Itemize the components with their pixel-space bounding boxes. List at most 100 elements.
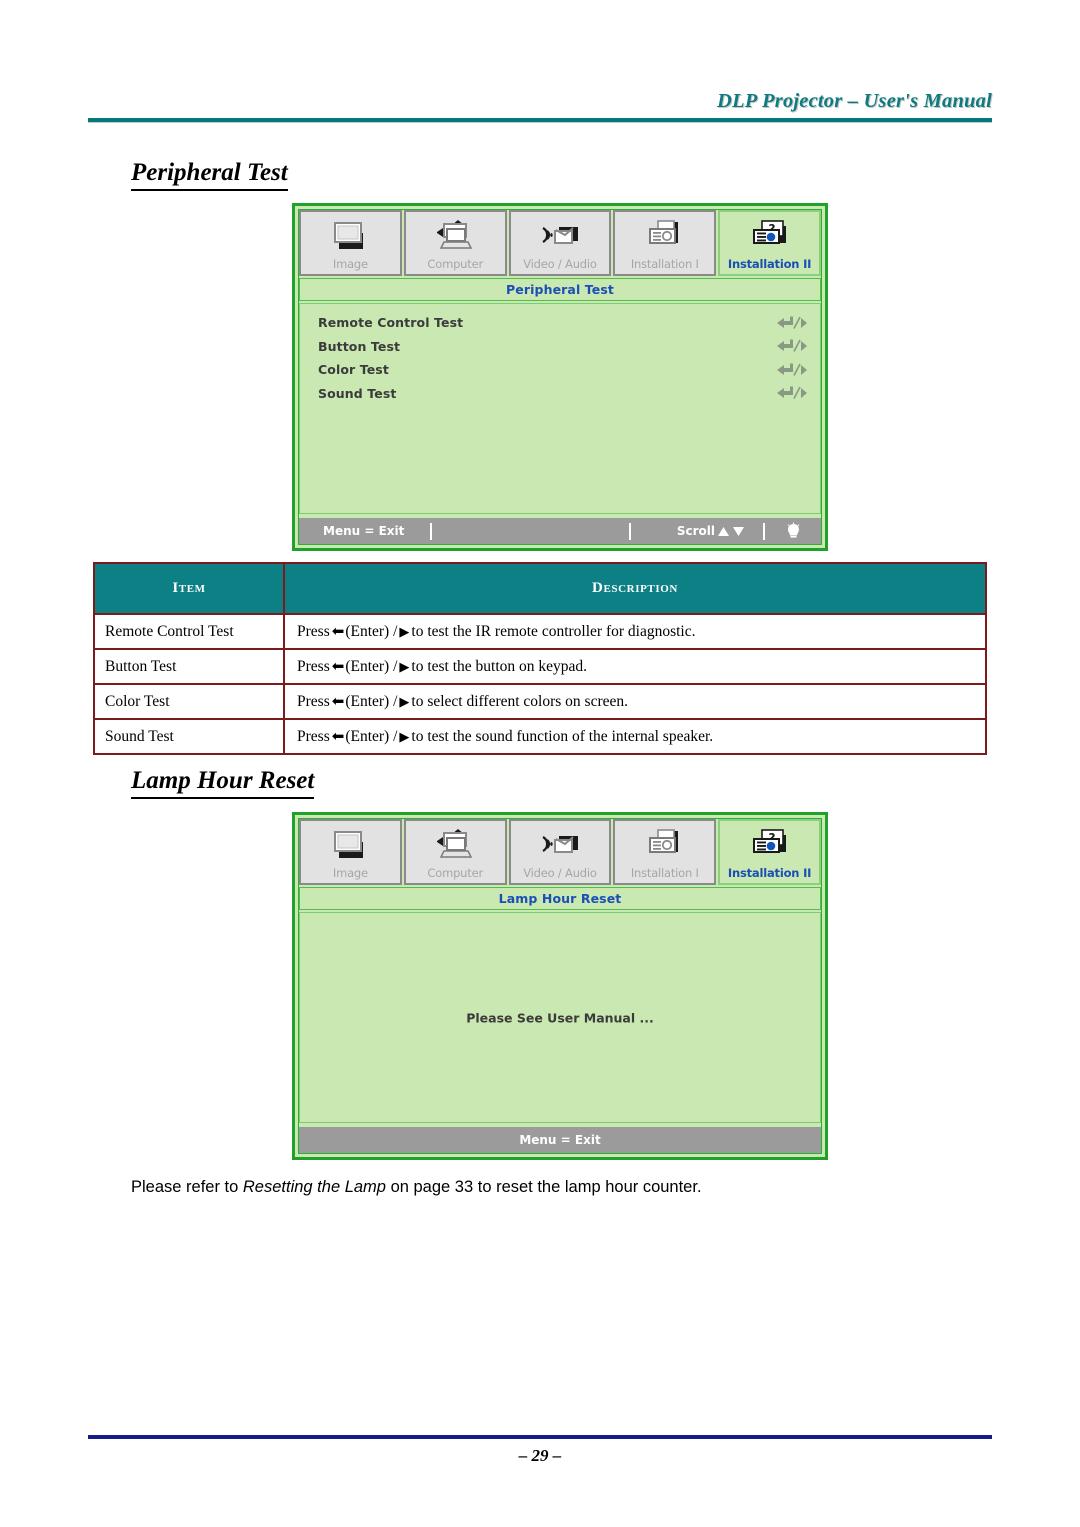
right-arrow-icon: ▶ xyxy=(399,660,410,675)
osd-menu-item-color-test[interactable]: Color Test xyxy=(300,358,820,382)
description-tail: to test the button on keypad. xyxy=(411,658,588,675)
manual-title: DLP Projector – User's Manual xyxy=(717,90,992,112)
osd-tab-installation-2[interactable]: ? Installation II xyxy=(718,210,821,276)
osd-tab-label: Image xyxy=(332,257,368,271)
note-italic-reference: Resetting the Lamp xyxy=(242,1178,386,1196)
cell-description: Press ⬅(Enter) / ▶ to test the sound functi… xyxy=(283,718,987,755)
osd-tab-bar: Image Computer Video / Audio Installatio… xyxy=(299,819,821,885)
enter-word: (Enter) / xyxy=(345,728,398,745)
enter-arrow-icon: ⬅ xyxy=(331,622,345,640)
table-row: Button Test Press ⬅(Enter) / ▶ to test the … xyxy=(93,648,987,685)
osd-menu-item-label: Button Test xyxy=(318,338,401,354)
header-rule xyxy=(88,118,992,122)
osd-tab-installation-1[interactable]: Installation I xyxy=(613,819,717,885)
description-tail: to test the IR remote controller for dia… xyxy=(411,623,696,640)
footer-rule xyxy=(88,1435,992,1439)
osd-menu-item-label: Color Test xyxy=(318,362,389,378)
press-word: Press xyxy=(297,623,330,640)
osd-submenu-title: Lamp Hour Reset xyxy=(299,887,821,910)
press-word: Press xyxy=(297,693,330,710)
cell-item: Button Test xyxy=(93,648,285,685)
osd-tab-bar: Image Computer Video / Audio Installatio… xyxy=(299,210,821,276)
osd-tab-video-audio[interactable]: Video / Audio xyxy=(508,819,612,885)
video-audio-icon xyxy=(542,836,578,853)
osd-message-area: Please See User Manual ... xyxy=(299,912,821,1123)
column-header-description: Description xyxy=(283,562,987,615)
osd-scroll-hint: Scroll xyxy=(677,524,745,538)
osd-tab-video-audio[interactable]: Video / Audio xyxy=(508,210,612,276)
cell-item: Sound Test xyxy=(93,718,285,755)
enter-word: (Enter) / xyxy=(345,623,398,640)
osd-tab-label: Computer xyxy=(427,866,483,880)
osd-screenshot-lamp-hour-reset: Image Computer Video / Audio Installatio… xyxy=(292,812,828,1160)
enter-slash-right-icon xyxy=(764,339,808,353)
table-row: Remote Control Test Press ⬅(Enter) / ▶ to t… xyxy=(93,613,987,650)
osd-submenu-title: Peripheral Test xyxy=(299,278,821,301)
page-number: – 29 – xyxy=(518,1446,562,1465)
image-icon xyxy=(334,222,364,249)
osd-menu-item-label: Sound Test xyxy=(318,385,397,401)
osd-status-divider xyxy=(628,522,631,540)
installation-2-icon: ? xyxy=(752,220,786,244)
note-prefix: Please refer to xyxy=(131,1178,243,1196)
osd-tab-installation-1[interactable]: Installation I xyxy=(613,210,717,276)
right-arrow-icon: ▶ xyxy=(399,695,410,710)
enter-word: (Enter) / xyxy=(345,693,398,710)
computer-icon xyxy=(437,220,473,249)
cell-description: Press ⬅(Enter) / ▶ to select different colo… xyxy=(283,683,987,720)
osd-tab-computer[interactable]: Computer xyxy=(403,819,507,885)
lamp-reset-note: Please refer to Resetting the Lamp on pa… xyxy=(131,1178,702,1197)
enter-arrow-icon: ⬅ xyxy=(331,657,345,675)
osd-status-bar: Menu = Exit Scroll xyxy=(299,518,821,544)
image-icon xyxy=(334,831,364,858)
enter-slash-right-icon xyxy=(764,363,808,377)
enter-arrow-icon: ⬅ xyxy=(331,727,345,745)
osd-tab-label: Installation II xyxy=(727,257,812,271)
cell-item: Remote Control Test xyxy=(93,613,285,650)
osd-tab-image[interactable]: Image xyxy=(299,819,402,885)
triangle-up-icon xyxy=(718,526,729,536)
description-tail: to test the sound function of the intern… xyxy=(411,728,714,745)
column-header-item: Item xyxy=(93,562,285,615)
triangle-down-icon xyxy=(733,526,744,536)
video-audio-icon xyxy=(542,227,578,244)
computer-icon xyxy=(437,829,473,858)
note-suffix: on page 33 to reset the lamp hour counte… xyxy=(385,1178,702,1196)
osd-tab-label: Video / Audio xyxy=(523,866,597,880)
osd-menu-item-button-test[interactable]: Button Test xyxy=(300,335,820,359)
osd-menu-list: Remote Control Test Button Test Color Te… xyxy=(299,303,821,514)
cell-item: Color Test xyxy=(93,683,285,720)
cell-description: Press ⬅(Enter) / ▶ to test the button on ke… xyxy=(283,648,987,685)
osd-message-text: Please See User Manual ... xyxy=(466,1010,654,1025)
osd-screenshot-peripheral-test: Image Computer Video / Audio Installatio… xyxy=(292,203,828,551)
description-tail: to select different colors on screen. xyxy=(411,693,629,710)
enter-slash-right-icon xyxy=(764,386,808,400)
enter-arrow-icon: ⬅ xyxy=(331,692,345,710)
osd-menu-item-remote-control-test[interactable]: Remote Control Test xyxy=(300,311,820,335)
table-header-row: Item Description xyxy=(93,562,987,615)
enter-slash-right-icon xyxy=(764,316,808,330)
osd-tab-image[interactable]: Image xyxy=(299,210,402,276)
osd-menu-exit-label: Menu = Exit xyxy=(323,524,405,538)
osd-tab-label: Video / Audio xyxy=(523,257,597,271)
lamp-bulb-icon xyxy=(765,522,821,540)
table-row: Sound Test Press ⬅(Enter) / ▶ to test the s… xyxy=(93,718,987,755)
osd-tab-label: Installation I xyxy=(630,866,699,880)
right-arrow-icon: ▶ xyxy=(399,625,410,640)
press-word: Press xyxy=(297,728,330,745)
osd-tab-label: Installation II xyxy=(727,866,812,880)
installation-1-icon xyxy=(648,220,678,244)
osd-status-bar: Menu = Exit xyxy=(299,1127,821,1153)
osd-menu-item-sound-test[interactable]: Sound Test xyxy=(300,382,820,406)
section-heading-lamp-hour-reset: Lamp Hour Reset xyxy=(131,766,315,799)
installation-1-icon xyxy=(648,829,678,853)
right-arrow-icon: ▶ xyxy=(399,730,410,745)
osd-menu-item-label: Remote Control Test xyxy=(318,315,464,331)
page-running-header: DLP Projector – User's Manual xyxy=(88,90,992,130)
osd-tab-label: Installation I xyxy=(630,257,699,271)
osd-tab-installation-2[interactable]: ? Installation II xyxy=(718,819,821,885)
osd-tab-label: Computer xyxy=(427,257,483,271)
osd-tab-computer[interactable]: Computer xyxy=(403,210,507,276)
table-row: Color Test Press ⬅(Enter) / ▶ to select dif… xyxy=(93,683,987,720)
section-heading-peripheral-test: Peripheral Test xyxy=(131,158,288,191)
